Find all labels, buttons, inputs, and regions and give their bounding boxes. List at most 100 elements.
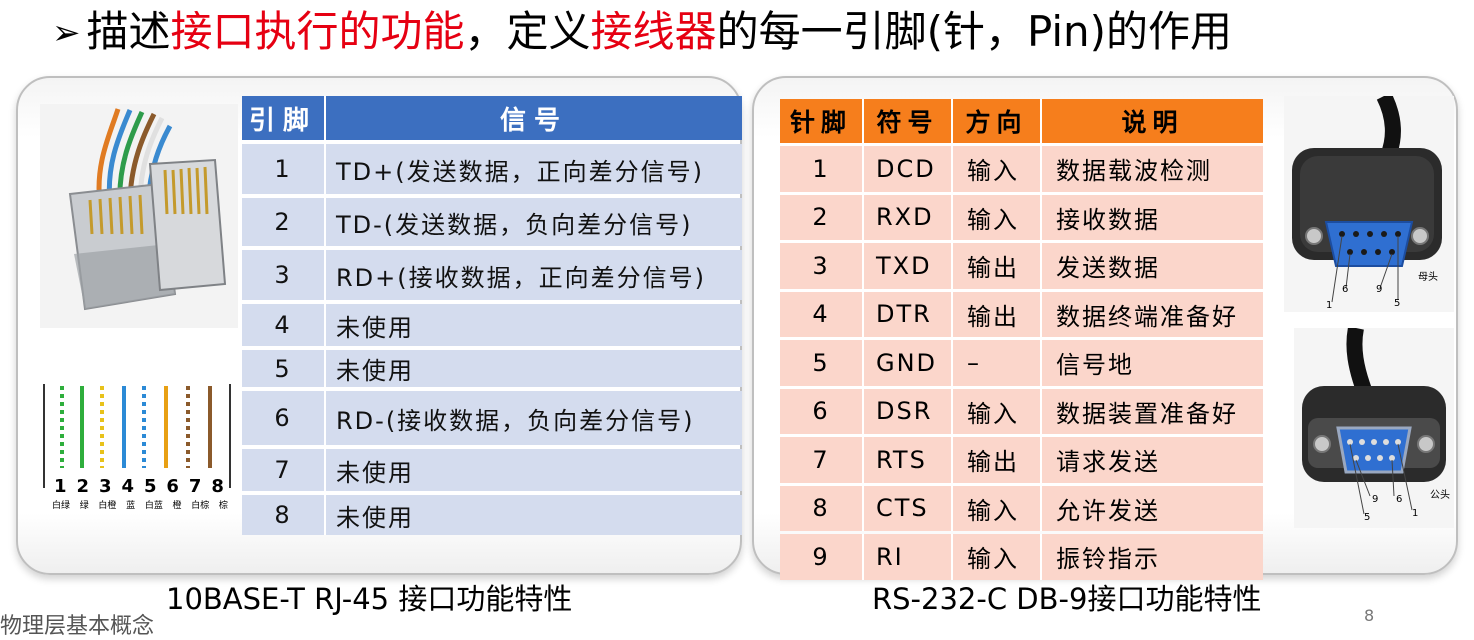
- title-part-3: ，定义: [464, 7, 591, 56]
- wire-color: 白蓝: [144, 501, 163, 511]
- male-pin-label: 9: [1372, 494, 1379, 505]
- rj45-plug-photo: [40, 104, 238, 328]
- pin-direction: 输入: [953, 485, 1042, 531]
- table-row: 1 DCD 输入 数据载波检测: [780, 146, 1263, 192]
- pin-number: 6: [780, 388, 864, 434]
- table-row: 2 RXD 输入 接收数据: [780, 194, 1263, 240]
- table-row: 5 未使用: [242, 350, 742, 387]
- pin-number: 7: [242, 449, 326, 491]
- pin-description: 数据装置准备好: [1042, 388, 1263, 434]
- pin-signal: 未使用: [326, 449, 742, 491]
- wire-colors: 白绿 绿 白橙 蓝 白蓝 橙 白棕 棕: [52, 498, 228, 511]
- pin-description: 信号地: [1042, 340, 1263, 386]
- pin-symbol: CTS: [864, 485, 953, 531]
- db9-pin-table: 针脚 符号 方向 说明 1 DCD 输入 数据载波检测 2 RXD 输入 接收数据 3 TXD…: [780, 96, 1263, 583]
- male-pin-label: 1: [1412, 508, 1419, 519]
- table-row: 9 RI 输入 振铃指示: [780, 534, 1263, 580]
- table-row: 1 TD+(发送数据，正向差分信号): [242, 144, 742, 194]
- wire-color: 白棕: [191, 501, 210, 511]
- table-row: 8 未使用: [242, 495, 742, 535]
- pin-description: 数据载波检测: [1042, 146, 1263, 192]
- slide-title: ➢ 描述接口执行的功能，定义接线器的每一引脚(针，Pin)的作用: [52, 4, 1232, 63]
- wire-number: 4: [121, 476, 134, 497]
- page-number: 8: [1364, 606, 1375, 625]
- pin-direction: 输入: [953, 388, 1042, 434]
- pin-symbol: TXD: [864, 243, 953, 289]
- male-pin-label: 5: [1364, 512, 1371, 523]
- pin-number: 8: [242, 495, 326, 535]
- pin-direction: 输入: [953, 194, 1042, 240]
- wire-color: 蓝: [126, 501, 136, 511]
- title-part-1: 描述: [86, 7, 171, 56]
- header-signal: 信号: [326, 96, 742, 140]
- db9-caption: RS-232-C DB-9接口功能特性: [872, 582, 1262, 616]
- pin-number: 2: [242, 198, 326, 246]
- header-symbol: 符号: [864, 99, 953, 143]
- pin-symbol: DTR: [864, 291, 953, 337]
- wire-number: 2: [76, 476, 90, 497]
- pin-direction: 输出: [953, 291, 1042, 337]
- title-highlight-interface-function: 接口执行的功能: [170, 7, 465, 56]
- wire-number: 5: [143, 476, 157, 497]
- wire-color: 橙: [172, 501, 182, 511]
- table-row: 6 DSR 输入 数据装置准备好: [780, 388, 1263, 434]
- pin-direction: 输出: [953, 437, 1042, 483]
- pin-description: 允许发送: [1042, 485, 1263, 531]
- wire-number: 6: [166, 476, 179, 497]
- rj45-pin-table: 引脚 信号 1 TD+(发送数据，正向差分信号) 2 TD-(发送数据，负向差分信号…: [242, 92, 742, 539]
- pin-signal: RD+(接收数据，正向差分信号): [326, 250, 742, 300]
- pin-signal: 未使用: [326, 495, 742, 535]
- pin-description: 接收数据: [1042, 194, 1263, 240]
- wire-color: 白橙: [98, 501, 117, 511]
- wire-number: 8: [211, 476, 224, 497]
- pin-signal: 未使用: [326, 350, 742, 387]
- header-description: 说明: [1042, 99, 1263, 143]
- header-pin: 针脚: [780, 99, 864, 143]
- male-label: 公头: [1430, 490, 1450, 501]
- pin-signal: 未使用: [326, 304, 742, 346]
- pin-signal: TD+(发送数据，正向差分信号): [326, 144, 742, 194]
- female-pin-label: 6: [1342, 284, 1349, 295]
- table-row: 4 未使用: [242, 304, 742, 346]
- header-pin: 引脚: [242, 96, 326, 140]
- slide-footer: 物理层基本概念: [0, 614, 155, 639]
- wire-number: 3: [98, 476, 112, 497]
- wire-number: 1: [54, 476, 67, 497]
- rj45-wiring-diagram: 1 2 3 4 5 6 7 8 白绿 绿 白橙 蓝 白蓝 橙 白棕 棕: [40, 378, 238, 520]
- wire-color: 绿: [79, 501, 89, 511]
- pin-number: 3: [780, 243, 864, 289]
- pin-number: 1: [780, 146, 864, 192]
- pin-signal: TD-(发送数据，负向差分信号): [326, 198, 742, 246]
- pin-description: 发送数据: [1042, 243, 1263, 289]
- table-header-row: 引脚 信号: [242, 96, 742, 140]
- table-row: 4 DTR 输出 数据终端准备好: [780, 291, 1263, 337]
- pin-number: 8: [780, 485, 864, 531]
- table-row: 3 TXD 输出 发送数据: [780, 243, 1263, 289]
- male-pin-label: 6: [1396, 494, 1403, 505]
- female-pin-label: 1: [1326, 300, 1333, 311]
- table-row: 5 GND – 信号地: [780, 340, 1263, 386]
- pin-number: 5: [780, 340, 864, 386]
- pin-number: 1: [242, 144, 326, 194]
- pin-direction: 输入: [953, 534, 1042, 580]
- header-direction: 方向: [953, 99, 1042, 143]
- bullet-arrow-icon: ➢: [52, 13, 81, 53]
- rj45-plug-icon: [40, 104, 238, 328]
- pin-number: 7: [780, 437, 864, 483]
- female-pin-label: 9: [1376, 284, 1383, 295]
- pin-symbol: RI: [864, 534, 953, 580]
- db9-male-photo: 5 9 6 1 公头: [1294, 326, 1454, 528]
- pin-symbol: GND: [864, 340, 953, 386]
- wire-color: 棕: [218, 501, 228, 511]
- pin-number: 4: [780, 291, 864, 337]
- pin-direction: –: [953, 340, 1042, 386]
- wire-number: 7: [188, 476, 202, 497]
- female-pin-label: 5: [1394, 298, 1401, 309]
- table-row: 8 CTS 输入 允许发送: [780, 485, 1263, 531]
- pin-symbol: DCD: [864, 146, 953, 192]
- title-part-5: 的每一引脚(针，Pin)的作用: [716, 7, 1233, 56]
- rj45-caption: 10BASE-T RJ-45 接口功能特性: [166, 582, 573, 616]
- table-row: 2 TD-(发送数据，负向差分信号): [242, 198, 742, 246]
- wire-color: 白绿: [52, 501, 71, 511]
- pin-description: 数据终端准备好: [1042, 291, 1263, 337]
